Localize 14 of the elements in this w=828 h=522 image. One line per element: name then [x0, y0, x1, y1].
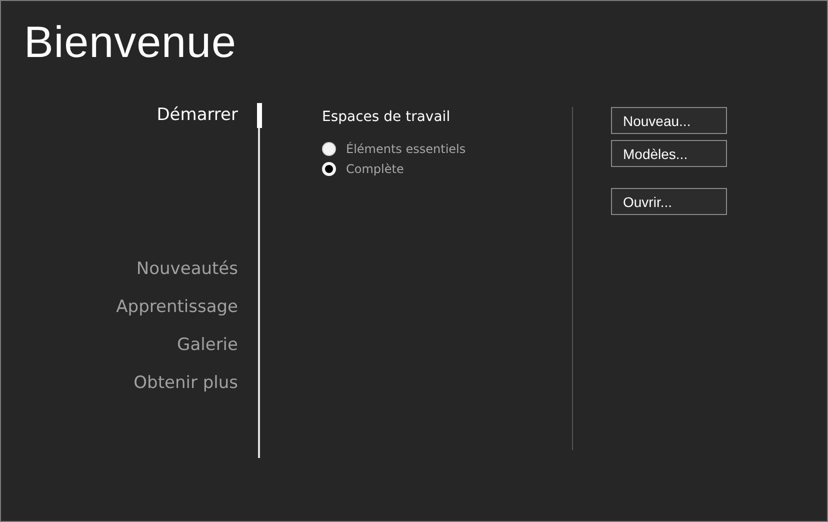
- page-title: Bienvenue: [24, 17, 238, 69]
- nav-item[interactable]: Obtenir plus: [134, 371, 238, 395]
- radio-label[interactable]: Complète: [346, 162, 404, 176]
- action-button[interactable]: Modèles...: [611, 140, 727, 167]
- nav-item[interactable]: Démarrer: [156, 103, 238, 127]
- section-heading: Espaces de travail: [322, 108, 452, 126]
- nav-item[interactable]: Nouveautés: [136, 257, 238, 281]
- radio-button[interactable]: [322, 142, 336, 156]
- action-button[interactable]: Ouvrir...: [611, 188, 727, 215]
- nav-item[interactable]: Apprentissage: [116, 295, 238, 319]
- selection-indicator: [257, 103, 262, 128]
- nav-item[interactable]: Galerie: [177, 333, 238, 357]
- radio-label[interactable]: Éléments essentiels: [346, 142, 466, 156]
- action-button[interactable]: Nouveau...: [611, 107, 727, 134]
